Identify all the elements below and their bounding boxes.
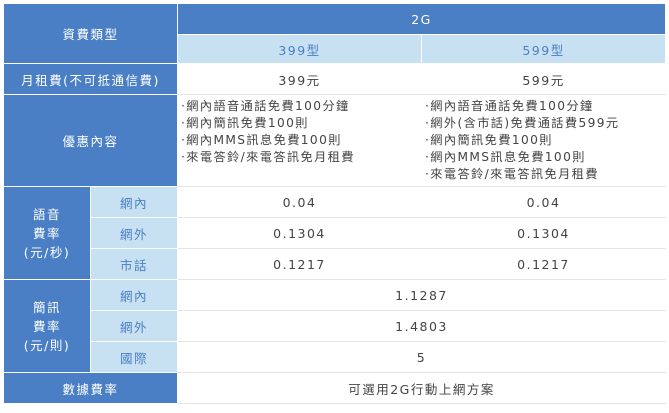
sms-onnet-value: 1.1287 <box>177 279 667 311</box>
offer-item: ·網內MMS訊息免費100則 <box>181 133 342 147</box>
voice-onnet-399: 0.04 <box>177 186 423 218</box>
plan-599-header: 599型 <box>421 34 667 64</box>
sms-intl-value: 5 <box>177 341 667 373</box>
fee-type-header: 資費類型 <box>2 3 179 64</box>
offer-item: ·網內MMS訊息免費100則 <box>425 150 586 164</box>
monthly-fee-label: 月租費(不可抵通信費) <box>2 63 179 95</box>
sms-offnet-label: 網外 <box>89 310 179 342</box>
offer-item: ·網內簡訊免費100則 <box>181 116 309 130</box>
network-header: 2G <box>177 3 667 35</box>
offer-item: ·網內語音通話免費100分鐘 <box>425 99 594 113</box>
offer-item: ·來電答鈴/來電答訊免月租費 <box>181 150 355 164</box>
offers-label: 優惠內容 <box>2 94 179 187</box>
plan-399-header: 399型 <box>177 34 423 64</box>
rate-table: 資費類型 2G 399型 599型 月租費(不可抵通信費) 399元 599元 … <box>2 3 667 404</box>
offer-item: ·網內簡訊免費100則 <box>425 133 553 147</box>
sms-rate-label: 簡訊 費率 (元/則) <box>3 279 91 373</box>
monthly-fee-599: 599元 <box>421 63 667 95</box>
sms-intl-label: 國際 <box>89 341 179 373</box>
voice-landline-599: 0.1217 <box>421 248 667 280</box>
voice-rate-label: 語音 費率 (元/秒) <box>3 186 91 280</box>
voice-offnet-label: 網外 <box>89 217 179 249</box>
offers-399: ·網內語音通話免費100分鐘 ·網內簡訊免費100則 ·網內MMS訊息免費100… <box>177 94 423 187</box>
offer-item: ·來電答鈴/來電答訊免月租費 <box>425 167 599 181</box>
monthly-fee-399: 399元 <box>177 63 423 95</box>
voice-offnet-599: 0.1304 <box>421 217 667 249</box>
offer-item: ·網內語音通話免費100分鐘 <box>181 99 350 113</box>
sms-onnet-label: 網內 <box>89 279 179 311</box>
voice-landline-399: 0.1217 <box>177 248 423 280</box>
sms-offnet-value: 1.4803 <box>177 310 667 342</box>
voice-onnet-label: 網內 <box>89 186 179 218</box>
voice-onnet-599: 0.04 <box>421 186 667 218</box>
voice-landline-label: 市話 <box>89 248 179 280</box>
data-rate-value: 可選用2G行動上網方案 <box>177 372 667 404</box>
offers-599: ·網內語音通話免費100分鐘 ·網外(含市話)免費通話費599元 ·網內簡訊免費… <box>421 94 667 187</box>
data-rate-label: 數據費率 <box>2 372 179 404</box>
voice-offnet-399: 0.1304 <box>177 217 423 249</box>
offer-item: ·網外(含市話)免費通話費599元 <box>425 116 620 130</box>
